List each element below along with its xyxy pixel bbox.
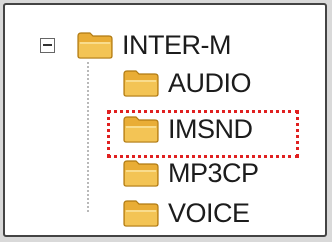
collapse-minus-icon[interactable]: [40, 38, 55, 53]
tree-node-mp3cp[interactable]: MP3CP: [122, 156, 259, 190]
tree-node-voice[interactable]: VOICE: [122, 196, 250, 230]
tree-node-audio[interactable]: AUDIO: [122, 66, 252, 100]
tree-node-label: VOICE: [168, 197, 250, 228]
tree-node-inter-m[interactable]: INTER-M: [76, 28, 231, 62]
folder-icon: [123, 70, 159, 97]
selection-highlight-box: [107, 110, 299, 158]
tree-connector-line: [87, 62, 89, 212]
folder-icon: [123, 200, 159, 227]
tree-node-label: INTER-M: [122, 29, 231, 60]
folder-icon: [123, 160, 159, 187]
tree-node-label: AUDIO: [168, 67, 252, 98]
tree-node-label: MP3CP: [168, 157, 259, 188]
folder-icon: [77, 32, 113, 59]
